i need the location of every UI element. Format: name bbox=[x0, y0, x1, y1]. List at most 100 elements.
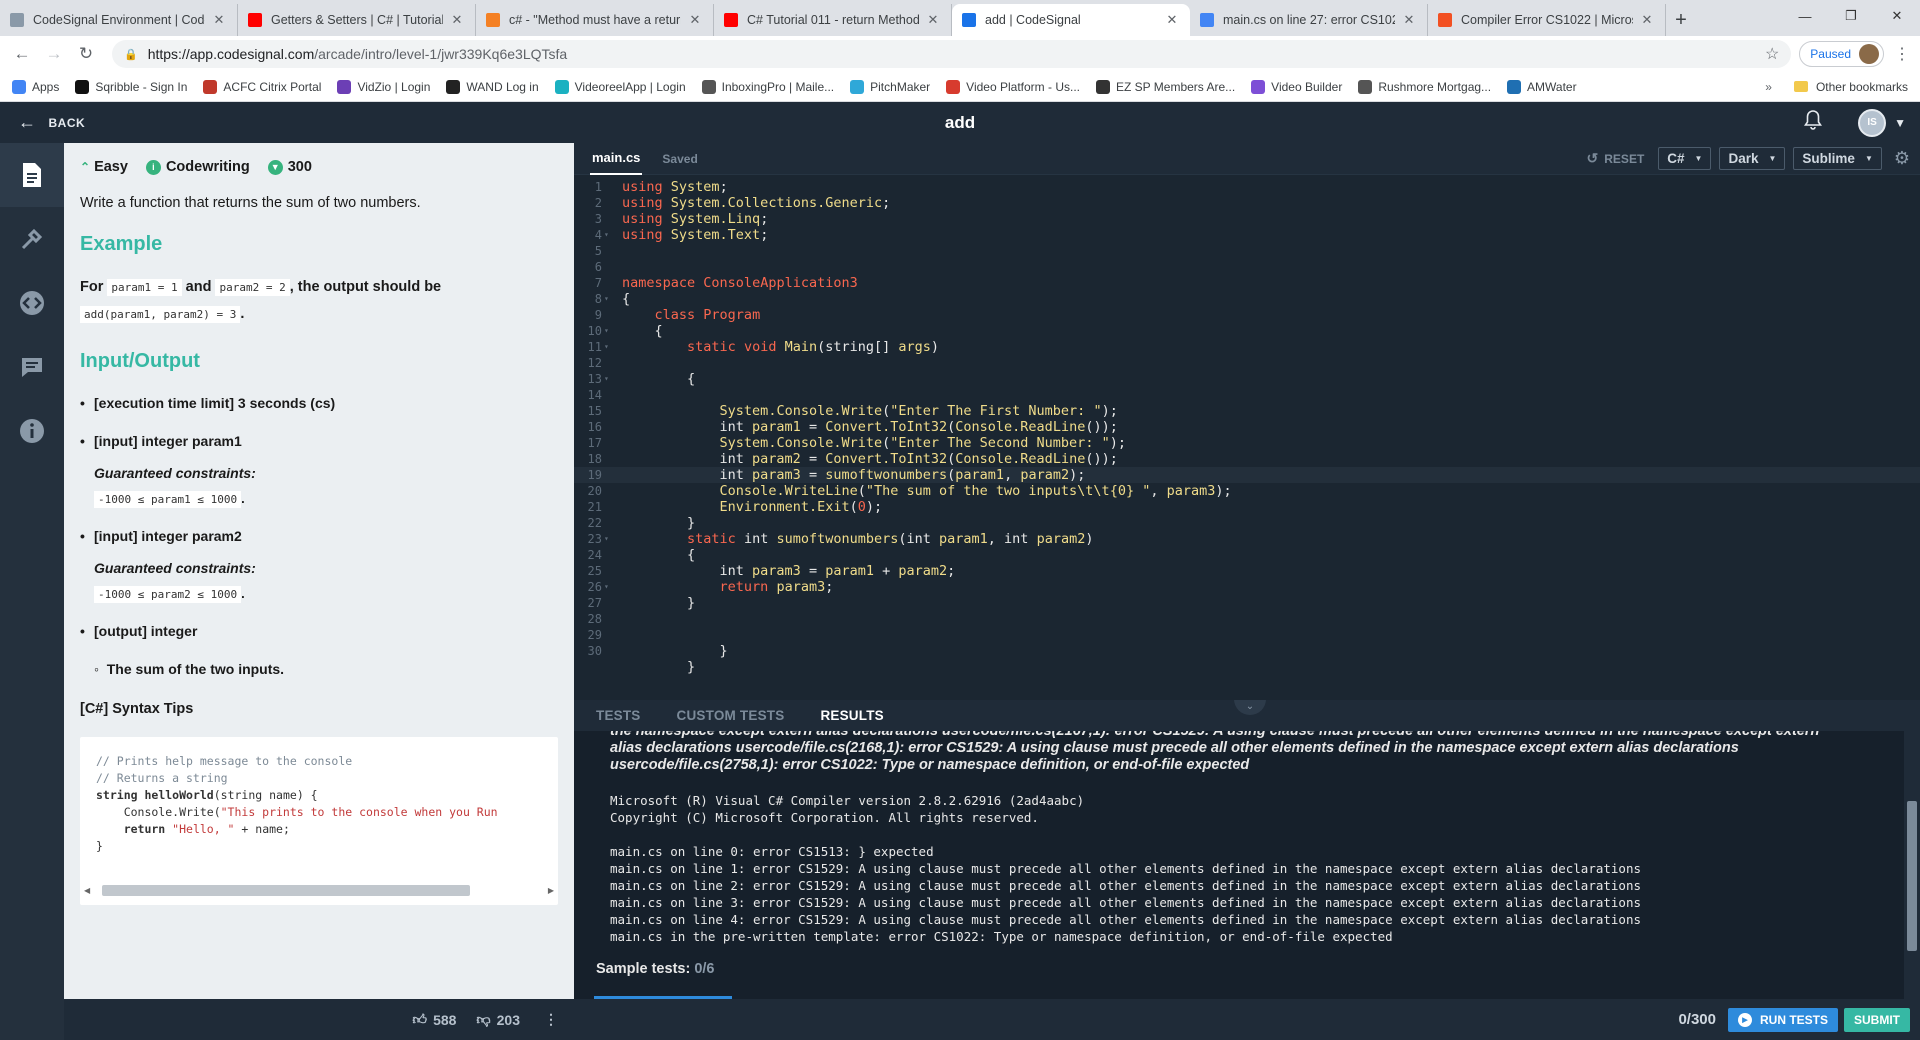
code-line[interactable]: 22 } bbox=[574, 515, 1920, 531]
fold-marker-icon[interactable]: ▾ bbox=[604, 323, 620, 339]
reload-icon[interactable]: ↻ bbox=[72, 40, 100, 68]
code-line[interactable]: 25 int param3 = param1 + param2; bbox=[574, 563, 1920, 579]
tab-tests[interactable]: TESTS bbox=[596, 708, 641, 723]
fold-marker-icon[interactable]: ▾ bbox=[604, 579, 620, 595]
chevron-down-icon[interactable]: ▼ bbox=[1894, 116, 1906, 130]
fold-marker-icon[interactable] bbox=[604, 451, 620, 467]
fold-marker-icon[interactable] bbox=[604, 643, 620, 659]
code-line[interactable]: 28 bbox=[574, 611, 1920, 627]
code-line[interactable]: 17 System.Console.Write("Enter The Secon… bbox=[574, 435, 1920, 451]
bookmark-item[interactable]: Video Builder bbox=[1251, 79, 1342, 94]
fold-marker-icon[interactable] bbox=[604, 467, 620, 483]
close-window-icon[interactable]: ✕ bbox=[1874, 0, 1920, 32]
bookmark-item[interactable]: Sqribble - Sign In bbox=[75, 79, 187, 94]
fold-marker-icon[interactable] bbox=[604, 195, 620, 211]
close-tab-icon[interactable]: ✕ bbox=[687, 12, 703, 28]
fold-marker-icon[interactable] bbox=[604, 179, 620, 195]
close-tab-icon[interactable]: ✕ bbox=[449, 12, 465, 28]
reset-button[interactable]: ↺ RESET bbox=[1587, 150, 1645, 167]
fold-marker-icon[interactable]: ▾ bbox=[604, 531, 620, 547]
keymap-select[interactable]: Sublime ▼ bbox=[1793, 147, 1882, 170]
scroll-right-icon[interactable]: ▶ bbox=[548, 886, 554, 895]
code-line[interactable]: 12 bbox=[574, 355, 1920, 371]
code-line[interactable]: 30 } bbox=[574, 643, 1920, 659]
bookmark-item[interactable]: AMWater bbox=[1507, 79, 1577, 94]
code-line[interactable]: 4 ▾ using System.Text; bbox=[574, 227, 1920, 243]
code-line[interactable]: 20 Console.WriteLine("The sum of the two… bbox=[574, 483, 1920, 499]
close-tab-icon[interactable]: ✕ bbox=[211, 12, 227, 28]
bookmark-item[interactable]: Rushmore Mortgag... bbox=[1358, 79, 1491, 94]
tips-horizontal-scrollbar[interactable]: ◀ ▶ bbox=[84, 883, 554, 897]
browser-tab[interactable]: CodeSignal Environment | CodeS ✕ bbox=[0, 4, 238, 36]
back-button[interactable]: ← BACK bbox=[0, 112, 85, 133]
scroll-left-icon[interactable]: ◀ bbox=[84, 886, 90, 895]
close-tab-icon[interactable]: ✕ bbox=[1164, 12, 1180, 28]
submit-button[interactable]: SUBMIT bbox=[1844, 1007, 1910, 1032]
code-solutions-icon[interactable] bbox=[0, 271, 64, 335]
fold-marker-icon[interactable]: ▾ bbox=[604, 227, 620, 243]
close-tab-icon[interactable]: ✕ bbox=[1639, 12, 1655, 28]
code-line[interactable]: 3 using System.Linq; bbox=[574, 211, 1920, 227]
collapse-panel-icon[interactable]: ⌄ bbox=[1234, 700, 1266, 715]
code-line[interactable]: 1 using System; bbox=[574, 179, 1920, 195]
bookmark-star-icon[interactable]: ☆ bbox=[1765, 44, 1779, 64]
syntax-tips-code[interactable]: // Prints help message to the console //… bbox=[80, 737, 558, 905]
tab-custom-tests[interactable]: CUSTOM TESTS bbox=[677, 708, 785, 723]
fold-marker-icon[interactable] bbox=[604, 355, 620, 371]
fold-marker-icon[interactable]: ▾ bbox=[604, 339, 620, 355]
upvote-button[interactable]: 👍︎ 588 bbox=[412, 1011, 456, 1028]
fold-marker-icon[interactable] bbox=[604, 563, 620, 579]
run-tests-button[interactable]: ▶ RUN TESTS bbox=[1727, 1007, 1838, 1032]
code-line[interactable]: 14 bbox=[574, 387, 1920, 403]
code-line[interactable]: 16 int param1 = Convert.ToInt32(Console.… bbox=[574, 419, 1920, 435]
fold-marker-icon[interactable] bbox=[604, 547, 620, 563]
code-line[interactable]: 11 ▾ static void Main(string[] args) bbox=[574, 339, 1920, 355]
browser-tab[interactable]: Getters & Setters | C# | Tutorial 2 ✕ bbox=[238, 4, 476, 36]
code-line[interactable]: } bbox=[574, 659, 1920, 675]
bookmark-item[interactable]: Video Platform - Us... bbox=[946, 79, 1080, 94]
results-scrollbar-thumb[interactable] bbox=[1907, 801, 1917, 951]
close-tab-icon[interactable]: ✕ bbox=[925, 12, 941, 28]
code-line[interactable]: 13 ▾ { bbox=[574, 371, 1920, 387]
browser-tab[interactable]: C# Tutorial 011 - return Method ✕ bbox=[714, 4, 952, 36]
discussion-chat-icon[interactable] bbox=[0, 335, 64, 399]
browser-tab[interactable]: Compiler Error CS1022 | Microsof ✕ bbox=[1428, 4, 1666, 36]
info-icon[interactable] bbox=[0, 399, 64, 463]
fold-marker-icon[interactable] bbox=[604, 595, 620, 611]
code-line[interactable]: 26 ▾ return param3; bbox=[574, 579, 1920, 595]
user-avatar[interactable]: IS bbox=[1858, 108, 1887, 137]
fold-marker-icon[interactable] bbox=[604, 499, 620, 515]
code-area[interactable]: 1 using System; 2 using System.Collections.… bbox=[574, 175, 1920, 700]
fold-marker-icon[interactable] bbox=[604, 259, 620, 275]
downvote-button[interactable]: 👎︎ 203 bbox=[476, 1011, 520, 1028]
tools-icon[interactable] bbox=[0, 207, 64, 271]
description-doc-icon[interactable] bbox=[0, 143, 64, 207]
code-line[interactable]: 21 Environment.Exit(0); bbox=[574, 499, 1920, 515]
code-line[interactable]: 19 int param3 = sumoftwonumbers(param1, … bbox=[574, 467, 1920, 483]
code-line[interactable]: 9 class Program bbox=[574, 307, 1920, 323]
close-tab-icon[interactable]: ✕ bbox=[1401, 12, 1417, 28]
fold-marker-icon[interactable] bbox=[604, 275, 620, 291]
language-select[interactable]: C# ▼ bbox=[1658, 147, 1712, 170]
code-line[interactable]: 5 bbox=[574, 243, 1920, 259]
fold-marker-icon[interactable] bbox=[604, 211, 620, 227]
code-line[interactable]: 8 ▾{ bbox=[574, 291, 1920, 307]
fold-marker-icon[interactable] bbox=[604, 403, 620, 419]
settings-gear-icon[interactable]: ⚙ bbox=[1894, 148, 1910, 169]
file-tab[interactable]: main.cs bbox=[590, 142, 643, 175]
browser-tab[interactable]: main.cs on line 27: error CS1022 ✕ bbox=[1190, 4, 1428, 36]
minimize-icon[interactable]: — bbox=[1782, 0, 1828, 32]
bookmark-item[interactable]: Apps bbox=[12, 79, 59, 94]
forward-arrow-icon[interactable]: → bbox=[40, 40, 68, 68]
results-scrollbar[interactable] bbox=[1904, 731, 1920, 999]
fold-marker-icon[interactable] bbox=[604, 307, 620, 323]
browser-menu-icon[interactable]: ⋮ bbox=[1892, 44, 1912, 64]
code-line[interactable]: 24 { bbox=[574, 547, 1920, 563]
notification-bell-icon[interactable] bbox=[1804, 110, 1823, 135]
bookmark-item[interactable]: EZ SP Members Are... bbox=[1096, 79, 1235, 94]
bookmark-item[interactable]: InboxingPro | Maile... bbox=[701, 79, 834, 94]
fold-marker-icon[interactable] bbox=[604, 243, 620, 259]
browser-tab[interactable]: c# - "Method must have a return ✕ bbox=[476, 4, 714, 36]
bookmark-item[interactable]: WAND Log in bbox=[446, 79, 539, 94]
code-line[interactable]: 2 using System.Collections.Generic; bbox=[574, 195, 1920, 211]
